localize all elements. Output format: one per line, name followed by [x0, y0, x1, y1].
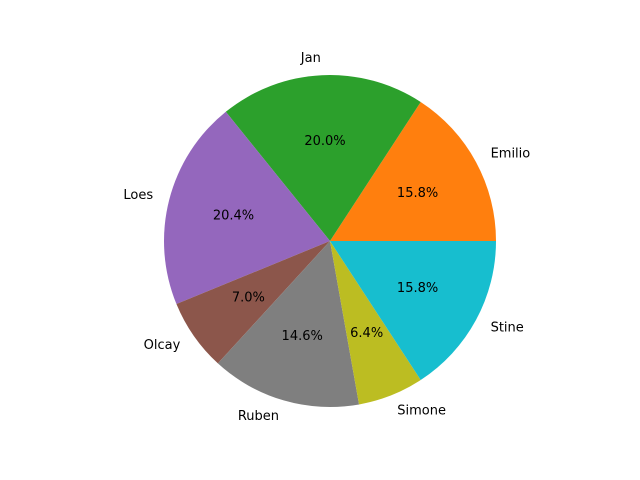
pie-slices [163, 75, 496, 407]
pie-label-loes: Loes [123, 188, 153, 203]
pie-label-ruben: Ruben [238, 409, 279, 424]
pie-percent-emilio: 15.8% [397, 186, 438, 201]
pie-label-olcay: Olcay [144, 338, 181, 353]
pie-percent-simone: 6.4% [350, 326, 383, 341]
pie-percent-stine: 15.8% [397, 281, 438, 296]
pie-label-simone: Simone [397, 403, 446, 418]
pie-chart: Emilio 15.8% Jan 20.0% Loes 20.4% Olcay 7.0% Rub… [123, 51, 531, 424]
pie-label-stine: Stine [491, 320, 524, 335]
pie-percent-loes: 20.4% [213, 209, 254, 224]
pie-label-jan: Jan [300, 51, 321, 66]
pie-percent-jan: 20.0% [304, 134, 345, 149]
pie-percent-ruben: 14.6% [282, 329, 323, 344]
pie-label-emilio: Emilio [491, 147, 531, 162]
pie-percent-olcay: 7.0% [232, 291, 265, 306]
